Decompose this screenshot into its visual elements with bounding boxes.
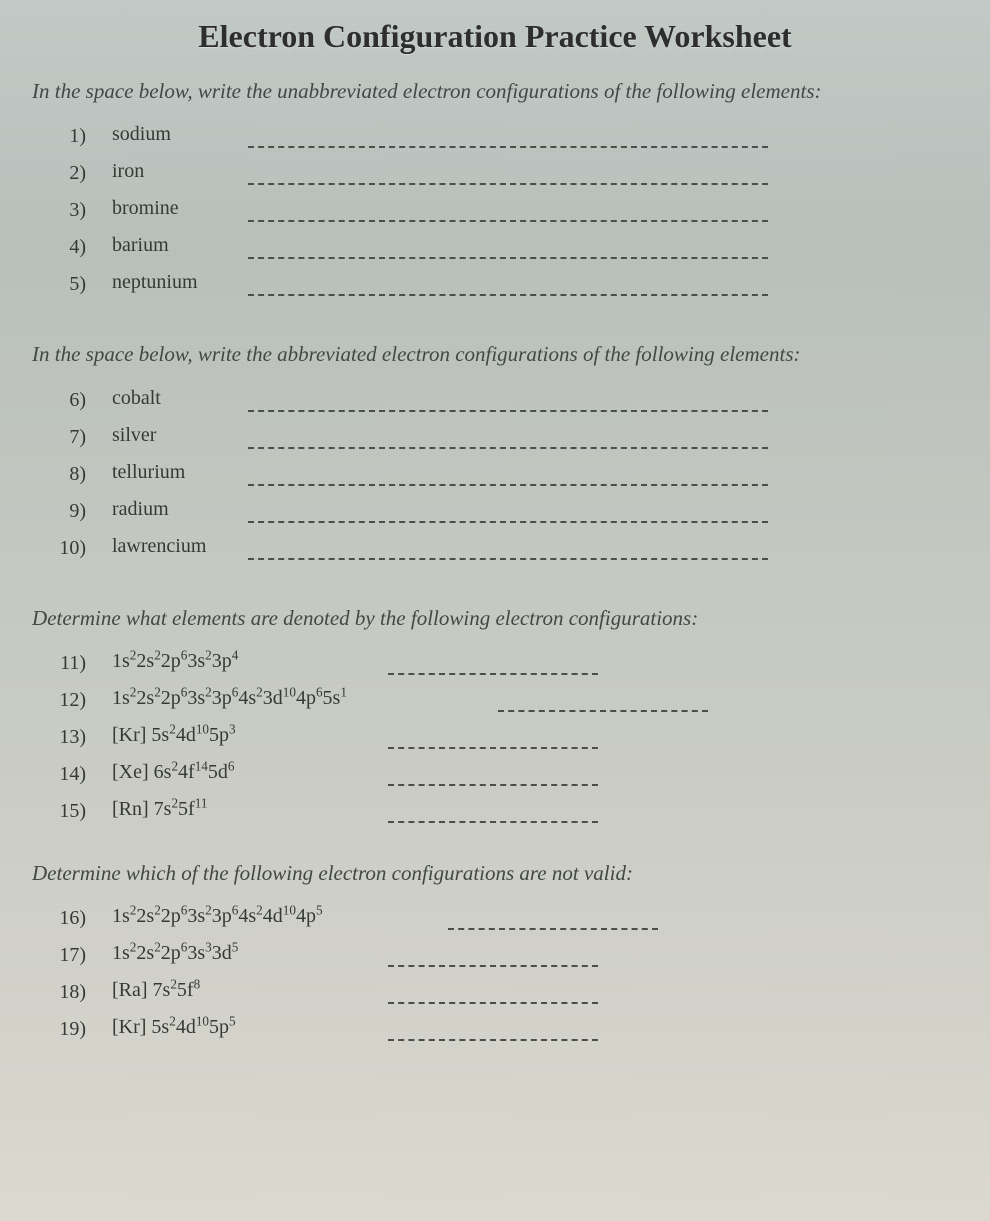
question-label: 1s22s22p63s23p64s23d104p65s1 xyxy=(112,687,472,712)
question-row: 1) sodium xyxy=(52,123,960,148)
question-number: 13) xyxy=(52,726,86,749)
question-row: 15) [Rn] 7s25f11 xyxy=(52,798,960,823)
question-row: 6) cobalt xyxy=(52,387,960,412)
page-title: Electron Configuration Practice Workshee… xyxy=(30,18,960,55)
question-number: 19) xyxy=(52,1018,86,1041)
question-label: silver xyxy=(112,424,222,449)
question-number: 12) xyxy=(52,689,86,712)
question-number: 10) xyxy=(52,537,86,560)
answer-blank[interactable] xyxy=(248,198,768,222)
question-number: 18) xyxy=(52,981,86,1004)
question-label: 1s22s22p63s23p4 xyxy=(112,650,362,675)
question-number: 8) xyxy=(52,463,86,486)
section-4-instructions: Determine which of the following electro… xyxy=(32,859,960,887)
question-label: [Kr] 5s24d105p5 xyxy=(112,1016,362,1041)
answer-blank[interactable] xyxy=(448,906,658,930)
question-row: 2) iron xyxy=(52,160,960,185)
question-row: 16) 1s22s22p63s23p64s24d104p5 xyxy=(52,905,960,930)
question-row: 13) [Kr] 5s24d105p3 xyxy=(52,724,960,749)
question-number: 3) xyxy=(52,199,86,222)
question-label: neptunium xyxy=(112,271,222,296)
question-row: 9) radium xyxy=(52,498,960,523)
question-row: 10) lawrencium xyxy=(52,535,960,560)
section-2-instructions: In the space below, write the abbreviate… xyxy=(32,340,960,368)
answer-blank[interactable] xyxy=(248,124,768,148)
section-3-instructions: Determine what elements are denoted by t… xyxy=(32,604,960,632)
question-label: bromine xyxy=(112,197,222,222)
question-number: 11) xyxy=(52,652,86,675)
question-row: 12) 1s22s22p63s23p64s23d104p65s1 xyxy=(52,687,960,712)
answer-blank[interactable] xyxy=(248,388,768,412)
question-row: 8) tellurium xyxy=(52,461,960,486)
answer-blank[interactable] xyxy=(388,762,598,786)
answer-blank[interactable] xyxy=(388,1017,598,1041)
question-row: 17) 1s22s22p63s33d5 xyxy=(52,942,960,967)
answer-blank[interactable] xyxy=(248,536,768,560)
question-row: 3) bromine xyxy=(52,197,960,222)
answer-blank[interactable] xyxy=(248,235,768,259)
question-label: sodium xyxy=(112,123,222,148)
answer-blank[interactable] xyxy=(388,725,598,749)
question-number: 17) xyxy=(52,944,86,967)
question-label: barium xyxy=(112,234,222,259)
question-number: 4) xyxy=(52,236,86,259)
question-number: 14) xyxy=(52,763,86,786)
answer-blank[interactable] xyxy=(248,425,768,449)
question-label: [Rn] 7s25f11 xyxy=(112,798,362,823)
question-number: 9) xyxy=(52,500,86,523)
question-label: iron xyxy=(112,160,222,185)
question-label: radium xyxy=(112,498,222,523)
question-row: 14) [Xe] 6s24f145d6 xyxy=(52,761,960,786)
question-label: [Kr] 5s24d105p3 xyxy=(112,724,362,749)
answer-blank[interactable] xyxy=(248,462,768,486)
answer-blank[interactable] xyxy=(248,161,768,185)
question-number: 16) xyxy=(52,907,86,930)
question-label: [Xe] 6s24f145d6 xyxy=(112,761,362,786)
question-label: 1s22s22p63s33d5 xyxy=(112,942,362,967)
question-number: 1) xyxy=(52,125,86,148)
question-label: 1s22s22p63s23p64s24d104p5 xyxy=(112,905,422,930)
question-number: 15) xyxy=(52,800,86,823)
worksheet-page: Electron Configuration Practice Workshee… xyxy=(0,0,990,1221)
question-row: 11) 1s22s22p63s23p4 xyxy=(52,650,960,675)
question-row: 18) [Ra] 7s25f8 xyxy=(52,979,960,1004)
question-label: tellurium xyxy=(112,461,222,486)
answer-blank[interactable] xyxy=(388,943,598,967)
question-row: 4) barium xyxy=(52,234,960,259)
question-label: cobalt xyxy=(112,387,222,412)
question-row: 5) neptunium xyxy=(52,271,960,296)
answer-blank[interactable] xyxy=(498,688,708,712)
question-row: 19) [Kr] 5s24d105p5 xyxy=(52,1016,960,1041)
question-label: lawrencium xyxy=(112,535,222,560)
question-number: 6) xyxy=(52,389,86,412)
answer-blank[interactable] xyxy=(388,651,598,675)
question-label: [Ra] 7s25f8 xyxy=(112,979,362,1004)
question-number: 5) xyxy=(52,273,86,296)
question-row: 7) silver xyxy=(52,424,960,449)
answer-blank[interactable] xyxy=(248,272,768,296)
answer-blank[interactable] xyxy=(388,980,598,1004)
section-1-instructions: In the space below, write the unabbrevia… xyxy=(32,77,960,105)
question-number: 2) xyxy=(52,162,86,185)
question-number: 7) xyxy=(52,426,86,449)
answer-blank[interactable] xyxy=(388,799,598,823)
answer-blank[interactable] xyxy=(248,499,768,523)
